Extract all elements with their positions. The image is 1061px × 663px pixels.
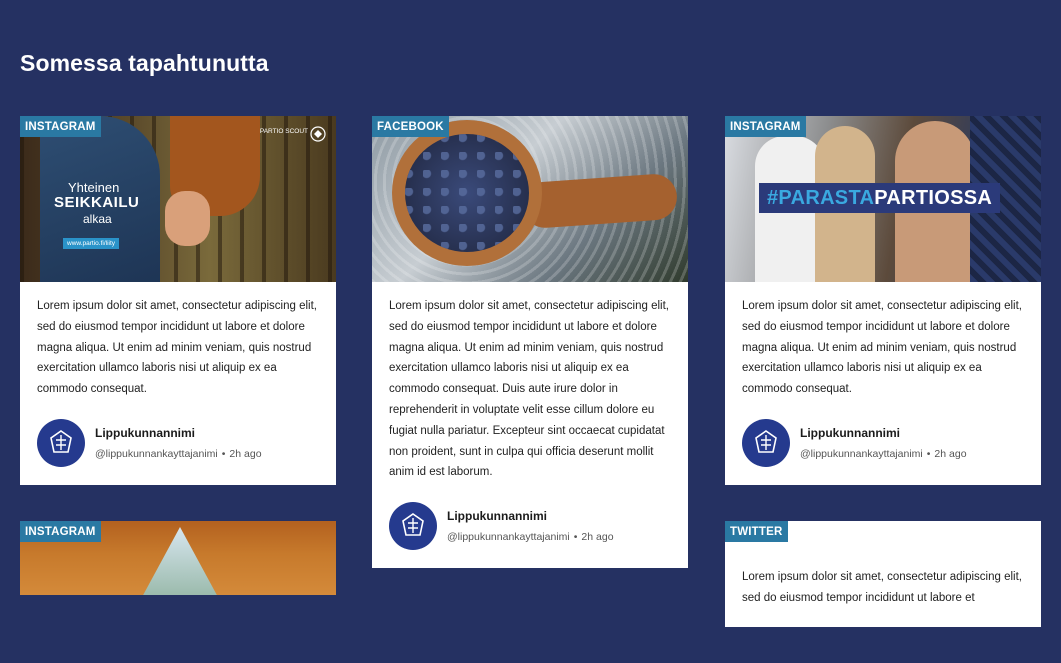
post-card-instagram-3[interactable]: INSTAGRAM #PARASTA PARTIOSSA Lorem ipsum …	[725, 116, 1041, 485]
image-url-label: www.partio.fi/liity	[63, 238, 120, 249]
post-card-facebook[interactable]: FACEBOOK Lorem ipsum dolor sit amet, con…	[372, 116, 688, 569]
hashtag-part-b: PARTIOSSA	[874, 186, 993, 209]
scout-emblem-icon	[50, 430, 72, 453]
post-text: Lorem ipsum dolor sit amet, consectetur …	[389, 300, 669, 479]
post-text: Lorem ipsum dolor sit amet, consectetur …	[37, 300, 317, 396]
hashtag-banner: #PARASTA PARTIOSSA	[759, 183, 1001, 213]
column-2: FACEBOOK Lorem ipsum dolor sit amet, con…	[372, 116, 688, 604]
post-author[interactable]: Lippukunnannimi @lippukunnankayttajanimi…	[742, 418, 1024, 467]
image-caption-line3: alkaa	[83, 212, 112, 226]
image-caption-line2: SEIKKAILU	[54, 194, 140, 211]
post-image[interactable]: #PARASTA PARTIOSSA	[725, 116, 1041, 282]
author-handle[interactable]: @lippukunnankayttajanimi	[800, 448, 923, 460]
author-name[interactable]: Lippukunnannimi	[800, 426, 967, 440]
column-3: INSTAGRAM #PARASTA PARTIOSSA Lorem ipsum …	[725, 116, 1041, 663]
platform-badge: INSTAGRAM	[20, 520, 101, 542]
post-text: Lorem ipsum dolor sit amet, consectetur …	[742, 300, 1022, 396]
post-text: Lorem ipsum dolor sit amet, consectetur …	[742, 570, 1022, 604]
avatar[interactable]	[37, 418, 85, 467]
post-body: Lorem ipsum dolor sit amet, consectetur …	[20, 282, 336, 485]
scout-emblem-icon	[402, 513, 424, 536]
platform-badge: INSTAGRAM	[725, 116, 806, 137]
post-author[interactable]: Lippukunnannimi @lippukunnankayttajanimi…	[389, 502, 671, 551]
platform-badge: TWITTER	[725, 520, 788, 542]
image-caption-line1: Yhteinen	[68, 180, 120, 195]
section-title: Somessa tapahtunutta	[20, 50, 269, 76]
post-time: 2h ago	[934, 447, 967, 460]
separator-dot: •	[221, 447, 226, 460]
column-1: INSTAGRAM Yhteinen SEIKKAILU alkaa www.p…	[20, 116, 336, 631]
author-handle[interactable]: @lippukunnankayttajanimi	[447, 531, 570, 543]
separator-dot: •	[573, 531, 578, 544]
post-image[interactable]	[372, 116, 688, 282]
post-body: Lorem ipsum dolor sit amet, consectetur …	[725, 282, 1041, 485]
scout-emblem-icon	[755, 430, 777, 453]
platform-badge: FACEBOOK	[372, 116, 449, 137]
avatar[interactable]	[742, 418, 790, 467]
post-body: Lorem ipsum dolor sit amet, consectetur …	[372, 282, 688, 568]
post-card-twitter[interactable]: TWITTER Lorem ipsum dolor sit amet, cons…	[725, 520, 1041, 627]
post-card-instagram-2[interactable]: INSTAGRAM	[20, 520, 336, 595]
post-author[interactable]: Lippukunnannimi @lippukunnankayttajanimi…	[37, 418, 319, 467]
post-time: 2h ago	[229, 447, 262, 460]
separator-dot: •	[926, 447, 931, 460]
author-name[interactable]: Lippukunnannimi	[95, 426, 262, 440]
author-name[interactable]: Lippukunnannimi	[447, 509, 614, 523]
author-handle[interactable]: @lippukunnankayttajanimi	[95, 448, 218, 460]
platform-badge: INSTAGRAM	[20, 116, 101, 137]
partio-logo: PARTIO SCOUT	[259, 128, 308, 135]
post-card-instagram-1[interactable]: INSTAGRAM Yhteinen SEIKKAILU alkaa www.p…	[20, 116, 336, 485]
post-time: 2h ago	[581, 531, 614, 544]
post-image[interactable]: Yhteinen SEIKKAILU alkaa www.partio.fi/l…	[20, 116, 336, 282]
scout-emblem-icon	[310, 126, 326, 142]
hashtag-part-a: #PARASTA	[767, 186, 875, 209]
avatar[interactable]	[389, 502, 437, 551]
